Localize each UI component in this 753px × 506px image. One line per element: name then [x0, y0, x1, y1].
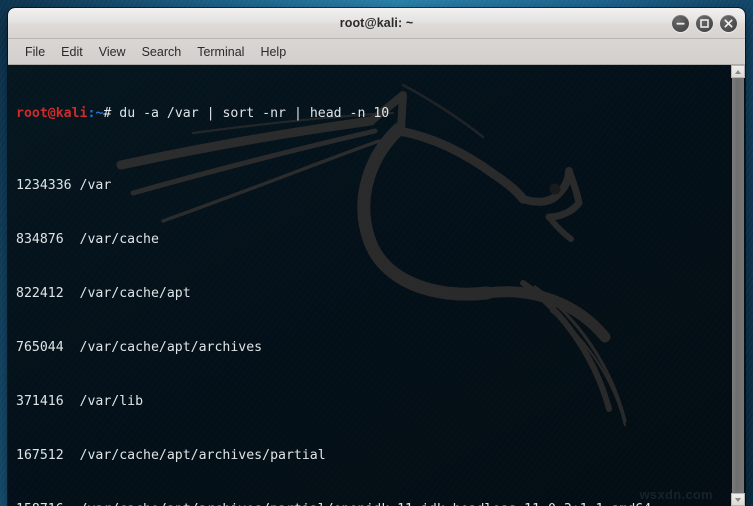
terminal-output-line: 371416 /var/lib — [16, 394, 144, 409]
window-title: root@kali: ~ — [339, 16, 414, 30]
menubar: File Edit View Search Terminal Help — [8, 39, 745, 65]
menu-item-file[interactable]: File — [17, 42, 53, 62]
scroll-down-button[interactable] — [731, 493, 745, 506]
close-icon — [724, 18, 733, 28]
scroll-up-arrow-icon — [735, 69, 741, 74]
terminal-scrollbar[interactable] — [731, 65, 745, 506]
terminal-output-line: 822412 /var/cache/apt — [16, 286, 191, 301]
minimize-icon — [676, 22, 685, 25]
scroll-down-arrow-icon — [735, 497, 741, 502]
window-controls — [672, 8, 737, 38]
terminal-command: du -a /var | sort -nr | head -n 10 — [111, 106, 390, 121]
menu-item-search[interactable]: Search — [134, 42, 190, 62]
terminal-area: root@kali:~# du -a /var | sort -nr | hea… — [8, 65, 745, 506]
window-titlebar[interactable]: root@kali: ~ — [8, 8, 745, 39]
minimize-button[interactable] — [672, 14, 689, 32]
menu-item-view[interactable]: View — [91, 42, 134, 62]
terminal-prompt-line-1: root@kali:~# du -a /var | sort -nr | hea… — [16, 105, 731, 123]
maximize-button[interactable] — [696, 14, 713, 32]
menu-item-help[interactable]: Help — [252, 42, 294, 62]
terminal-canvas[interactable]: root@kali:~# du -a /var | sort -nr | hea… — [8, 65, 731, 506]
terminal-window: root@kali: ~ File Edit View Search Termi… — [8, 8, 745, 506]
prompt-user-host: root@kali — [16, 106, 88, 121]
terminal-output-line: 765044 /var/cache/apt/archives — [16, 340, 263, 355]
terminal-output-line: 1234336 /var — [16, 178, 112, 193]
scrollbar-thumb[interactable] — [732, 78, 744, 493]
menu-item-terminal[interactable]: Terminal — [189, 42, 252, 62]
terminal-output-line: 167512 /var/cache/apt/archives/partial — [16, 448, 326, 463]
terminal-output-line: 834876 /var/cache — [16, 232, 159, 247]
terminal-output-line: 158716 /var/cache/apt/archives/partial/o… — [16, 501, 731, 506]
menu-item-edit[interactable]: Edit — [53, 42, 91, 62]
terminal-output[interactable]: root@kali:~# du -a /var | sort -nr | hea… — [8, 65, 731, 506]
scroll-up-button[interactable] — [731, 65, 745, 78]
scrollbar-track[interactable] — [731, 78, 745, 493]
close-button[interactable] — [720, 14, 737, 32]
maximize-icon — [700, 18, 709, 28]
